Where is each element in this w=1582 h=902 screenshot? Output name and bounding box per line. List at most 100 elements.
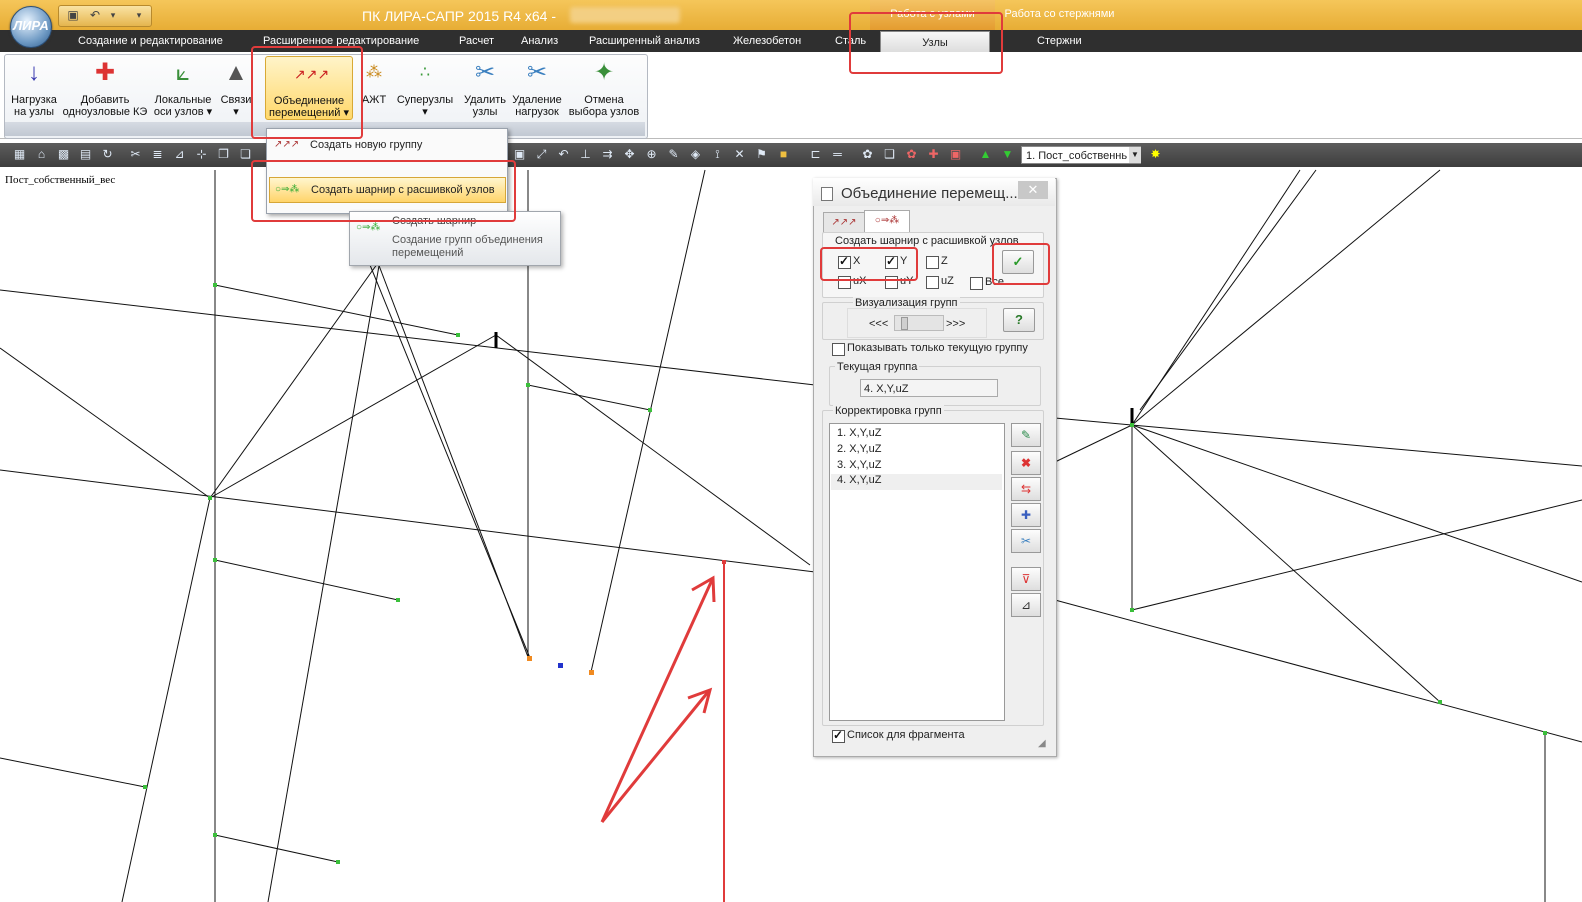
cut-icon[interactable]: ✂ (128, 147, 143, 162)
zoom-icon[interactable]: ⊕ (644, 147, 659, 162)
fragment-icon[interactable]: ▣ (512, 147, 527, 162)
node-load-button[interactable]: ↓ Нагрузка на узлы (6, 56, 62, 118)
layers-icon[interactable]: ≣ (150, 147, 165, 162)
tooltip-description: Создание групп объединения перемещений (392, 234, 543, 259)
viz-prev-button[interactable]: <<< (869, 318, 888, 330)
tab-analysis[interactable]: Анализ (521, 30, 558, 52)
tab-advanced-edit[interactable]: Расширенное редактирование (263, 30, 419, 52)
visualization-slider[interactable] (894, 315, 944, 331)
supernodes-button[interactable]: ∴ Суперузлы ▾ (396, 56, 454, 118)
groups-list[interactable]: 1. X,Y,uZ 2. X,Y,uZ 3. X,Y,uZ 4. X,Y,uZ (829, 423, 1005, 721)
add-single-node-fe-button[interactable]: ✚ Добавить одноузловые КЭ (62, 56, 148, 118)
menu-item-create-hinge[interactable]: ○⇒⁂ Создать шарнир с расшивкой узлов (269, 177, 506, 203)
tab-reinforced-concrete[interactable]: Железобетон (733, 30, 801, 52)
remove-from-group-icon[interactable]: ✂ (1011, 529, 1041, 553)
chevron-down-icon[interactable]: ▼ (1129, 147, 1141, 163)
color-icon[interactable]: ■ (776, 147, 791, 162)
flag-icon[interactable]: ⚑ (754, 147, 769, 162)
list-item-selected[interactable]: 4. X,Y,uZ (831, 474, 1002, 490)
filter-icon[interactable]: ⊿ (172, 147, 187, 162)
axes-icon[interactable]: ⊥ (578, 147, 593, 162)
paste-icon[interactable]: ❏ (238, 147, 253, 162)
cross-icon[interactable]: ✕ (732, 147, 747, 162)
close-button[interactable]: ✕ (1018, 181, 1048, 199)
tab-create-hinge[interactable]: ○⇒⁂ (864, 210, 910, 234)
settings-icon[interactable]: ✸ (1148, 147, 1163, 162)
checkbox-y[interactable] (885, 254, 898, 269)
windows-icon[interactable]: ❑ (882, 147, 897, 162)
load-case-select[interactable]: 1. Пост_собственнь (1021, 146, 1141, 164)
copy-icon[interactable]: ❐ (216, 147, 231, 162)
model-canvas[interactable] (0, 168, 1582, 902)
erase-icon[interactable]: ▣ (948, 147, 963, 162)
show-icon[interactable]: ✚ (926, 147, 941, 162)
title-bar (0, 0, 1582, 30)
tab-create-edit[interactable]: Создание и редактирование (78, 30, 223, 52)
checkbox-uz[interactable] (926, 276, 939, 289)
add-to-group-icon[interactable]: ✚ (1011, 503, 1041, 527)
tab-advanced-analysis[interactable]: Расширенный анализ (589, 30, 700, 52)
table-icon[interactable]: ▤ (78, 147, 93, 162)
checkbox-x[interactable] (838, 254, 851, 269)
rigid-body-button[interactable]: ⁂ АЖТ (356, 56, 392, 106)
list-item[interactable]: 1. X,Y,uZ (837, 427, 881, 439)
local-axes-icon: ⟀ (175, 59, 191, 86)
ruler-icon[interactable]: ═ (830, 147, 845, 162)
tab-nodes[interactable]: Узлы (880, 31, 990, 53)
load-case-label: Пост_собственный_вес (5, 174, 116, 186)
node-icon[interactable]: ◈ (688, 147, 703, 162)
stretch-icon[interactable]: ⇉ (600, 147, 615, 162)
checkbox-z[interactable] (926, 256, 939, 269)
deselect-nodes-button[interactable]: ✦ Отмена выбора узлов (566, 56, 642, 118)
dialog-icon (821, 187, 833, 201)
rotate-icon[interactable]: ↻ (100, 147, 115, 162)
viz-next-button[interactable]: >>> (946, 318, 965, 330)
checkbox-uy[interactable] (885, 276, 898, 289)
arrow-down-icon[interactable]: ▼ (1000, 147, 1015, 162)
checkbox-all[interactable] (970, 277, 983, 290)
undo-view-icon[interactable]: ↶ (556, 147, 571, 162)
menu-item-new-group[interactable]: ↗↗↗ Создать новую группу (269, 133, 504, 157)
app-menu-button[interactable]: ЛИРА (10, 6, 52, 48)
help-button[interactable]: ? (1003, 308, 1035, 332)
branch-icon[interactable]: ⟟ (710, 147, 725, 162)
model-icon[interactable]: ⌂ (34, 147, 49, 162)
save-icon[interactable]: ▣ (65, 8, 81, 23)
delete-nodes-button[interactable]: ✂ Удалить узлы (461, 56, 509, 118)
list-item[interactable]: 3. X,Y,uZ (837, 459, 881, 471)
pan-icon[interactable]: ✥ (622, 147, 637, 162)
checkbox-ux[interactable] (838, 276, 851, 289)
tab-bars[interactable]: Стержни (1037, 30, 1082, 52)
displacement-union-button[interactable]: ↗↗↗ Объединение перемещений ▾ (265, 56, 353, 120)
show-current-only-checkbox[interactable] (832, 343, 845, 356)
measure-icon[interactable]: ⊏ (808, 147, 823, 162)
resize-grip-icon[interactable]: ◢ (1038, 738, 1046, 749)
tools-icon[interactable]: ✎ (666, 147, 681, 162)
grid-icon[interactable]: ▦ (12, 147, 27, 162)
tab-steel[interactable]: Сталь (835, 30, 866, 52)
arrow-up-icon[interactable]: ▲ (978, 147, 993, 162)
chevron-down-icon[interactable]: ▾ (105, 8, 121, 23)
delete-group-icon[interactable]: ✖ (1011, 451, 1041, 475)
supports-button[interactable]: ▲ Связи ▾ (218, 56, 254, 118)
filter-icon[interactable]: ⊽ (1011, 567, 1041, 591)
hide-icon[interactable]: ✿ (904, 147, 919, 162)
undo-icon[interactable]: ↶ (87, 8, 103, 23)
select-icon[interactable]: ⊹ (194, 147, 209, 162)
move-group-icon[interactable]: ⇆ (1011, 477, 1041, 501)
mesh-icon[interactable]: ▩ (56, 147, 71, 162)
pick-icon[interactable]: ⊿ (1011, 593, 1041, 617)
list-item[interactable]: 2. X,Y,uZ (837, 443, 881, 455)
local-axes-button[interactable]: ⟀ Локальные оси узлов ▾ (152, 56, 214, 118)
view-icon[interactable]: ✿ (860, 147, 875, 162)
tab-new-group[interactable]: ↗↗↗ (823, 212, 865, 233)
delete-loads-button[interactable]: ✂ Удаление нагрузок (509, 56, 565, 118)
ribbon-tab-bar: Создание и редактирование Расширенное ре… (0, 30, 1582, 53)
tab-analysis-run[interactable]: Расчет (459, 30, 494, 52)
scale-icon[interactable]: ⤢ (534, 147, 549, 162)
apply-button[interactable]: ✓ (1002, 250, 1034, 274)
brush-icon[interactable]: ✎ (1011, 423, 1041, 447)
list-for-fragment-checkbox[interactable] (832, 728, 845, 743)
current-group-field[interactable]: 4. X,Y,uZ (860, 379, 998, 397)
customize-qat-icon[interactable]: ▾ (131, 8, 147, 23)
